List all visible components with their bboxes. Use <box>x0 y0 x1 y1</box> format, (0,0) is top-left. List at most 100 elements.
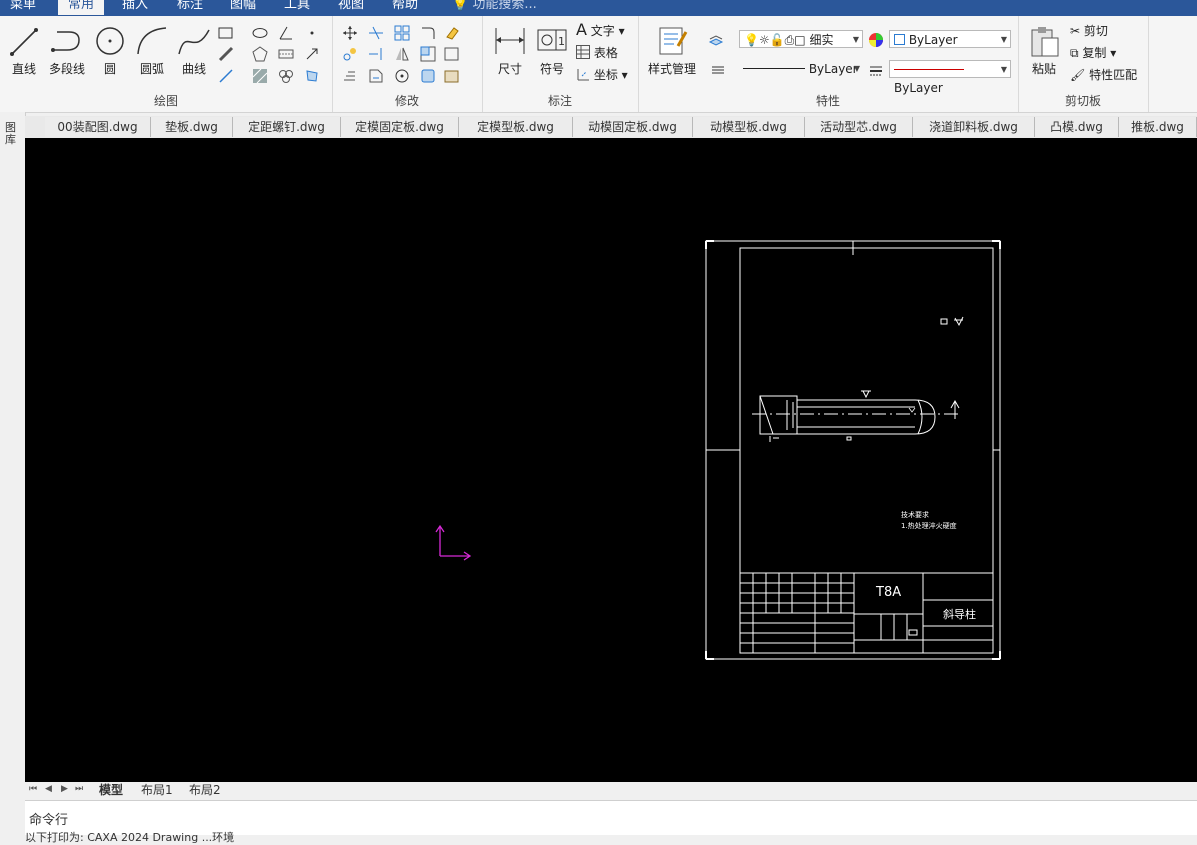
doc-tab[interactable]: 凸模.dwg <box>1035 117 1119 137</box>
style-manager-tool[interactable]: 样式管理 <box>644 24 700 77</box>
centerline-icon[interactable] <box>278 46 294 62</box>
ribbon: 直线 多段线 圆 圆弧 曲线 绘图 修改 尺寸 1 符号 A 文字 ▾ 表格 坐… <box>0 16 1197 113</box>
cloud-icon[interactable] <box>278 68 294 84</box>
doc-tab[interactable]: 动模型板.dwg <box>693 117 805 137</box>
doc-tab[interactable]: 定模型板.dwg <box>459 117 573 137</box>
circle-tool[interactable]: 圆 <box>90 24 130 77</box>
tab-layout2[interactable]: 布局2 <box>189 782 221 798</box>
doc-tab[interactable]: 推板.dwg <box>1119 117 1197 137</box>
line-icon <box>10 28 38 56</box>
drawing-canvas[interactable]: 技术要求 1.热处理淬火硬度 T8A 斜导柱 <box>25 138 1197 782</box>
region-icon[interactable] <box>304 68 320 84</box>
chevron-down-icon: ▼ <box>1000 35 1007 44</box>
lineweight-dropdown[interactable]: ByLayer ▼ <box>889 60 1011 95</box>
cut-tool[interactable]: ✂ 剪切 <box>1070 21 1108 41</box>
first-tab-icon[interactable]: ⏮ <box>29 784 37 794</box>
paste-tool[interactable]: 粘贴 <box>1024 24 1064 77</box>
color-wheel-icon[interactable] <box>868 32 884 48</box>
hatch-icon[interactable] <box>252 68 268 84</box>
arc-tool[interactable]: 圆弧 <box>132 24 172 77</box>
layer-manager-icon[interactable] <box>708 32 724 48</box>
array-icon[interactable] <box>394 25 410 41</box>
tab-layout1[interactable]: 布局1 <box>141 782 173 798</box>
clipboard-panel: 粘贴 ✂ 剪切 ⧉ 复制 ▾ 🖌 特性匹配 剪切板 <box>1018 16 1149 112</box>
prev-tab-icon[interactable]: ◀ <box>45 784 52 794</box>
scale-icon[interactable] <box>420 46 436 62</box>
doc-tab[interactable]: 定距螺钉.dwg <box>233 117 341 137</box>
rectangle-icon[interactable] <box>218 25 234 41</box>
layer-dropdown[interactable]: 💡☼🔓⎙□ 细实 ▼ <box>739 30 863 48</box>
coordinate-tool[interactable]: 坐标 ▾ <box>576 65 628 85</box>
menu-help[interactable]: 帮助 <box>392 0 418 15</box>
table-tool[interactable]: 表格 <box>576 43 618 63</box>
fillet-icon[interactable] <box>420 25 436 41</box>
copy-move-icon[interactable] <box>342 46 358 62</box>
modify-panel: 修改 <box>332 16 483 112</box>
dimension-label: 尺寸 <box>497 62 522 76</box>
linetype-icon[interactable] <box>710 62 726 78</box>
hatch-line-icon[interactable] <box>218 46 234 62</box>
menu-tools[interactable]: 工具 <box>284 0 310 15</box>
construction-line-icon[interactable] <box>218 68 234 84</box>
copy-label: 复制 <box>1082 46 1107 60</box>
ucs-icon <box>435 524 472 561</box>
menu-view[interactable]: 视图 <box>338 0 364 15</box>
move-icon[interactable] <box>342 25 358 41</box>
point-icon[interactable] <box>304 25 320 41</box>
offset-icon[interactable] <box>342 68 358 84</box>
polyline-tool[interactable]: 多段线 <box>46 24 88 77</box>
sheet-inner-border <box>739 247 994 654</box>
break-icon[interactable] <box>444 46 460 62</box>
drawing-svg: 技术要求 1.热处理淬火硬度 T8A 斜导柱 <box>435 240 1001 660</box>
text-icon: A <box>576 20 587 39</box>
doc-tab[interactable]: 00装配图.dwg <box>45 117 151 137</box>
ellipse-icon[interactable] <box>252 25 268 41</box>
symbol-tool[interactable]: 1 符号 <box>532 24 572 77</box>
properties-panel: 样式管理 💡☼🔓⎙□ 细实 ▼ ByLayer ▼ ByLayer ▼ ByLa… <box>638 16 1019 112</box>
doc-tab[interactable]: 活动型芯.dwg <box>805 117 913 137</box>
doc-tab[interactable]: 动模固定板.dwg <box>573 117 693 137</box>
extend-icon[interactable] <box>368 46 384 62</box>
trim-icon[interactable] <box>368 25 384 41</box>
rotate-icon[interactable] <box>394 68 410 84</box>
edit-block-icon[interactable] <box>444 68 460 84</box>
explode-icon[interactable] <box>420 68 436 84</box>
color-dropdown[interactable]: ByLayer ▼ <box>889 30 1011 48</box>
menu-sheet[interactable]: 图幅 <box>230 0 256 15</box>
arrow-icon[interactable] <box>304 46 320 62</box>
doc-tab[interactable]: 垫板.dwg <box>151 117 233 137</box>
copy-tool[interactable]: ⧉ 复制 ▾ <box>1070 43 1116 63</box>
doc-tab[interactable]: 定模固定板.dwg <box>341 117 459 137</box>
last-tab-icon[interactable]: ⏭ <box>75 784 83 794</box>
stretch-icon[interactable] <box>368 68 384 84</box>
guide-pin-part <box>752 390 960 442</box>
match-properties-tool[interactable]: 🖌 特性匹配 <box>1070 65 1137 85</box>
doc-tab[interactable]: 浇道卸料板.dwg <box>913 117 1035 137</box>
text-tool[interactable]: A 文字 ▾ <box>576 20 625 40</box>
mirror-icon[interactable] <box>394 46 410 62</box>
layer-name: 细实 <box>809 33 834 47</box>
linetype-dropdown[interactable]: ByLayer ▼ <box>739 60 863 78</box>
line-tool[interactable]: 直线 <box>4 24 44 77</box>
scissors-icon: ✂ <box>1070 24 1081 38</box>
menu-insert[interactable]: 插入 <box>122 0 148 15</box>
feature-search[interactable]: 💡 功能搜索... <box>452 0 537 15</box>
menu-annotate[interactable]: 标注 <box>177 0 203 15</box>
command-line[interactable]: 命令行 以下打印为: CAXA 2024 Drawing ...环境 <box>25 800 1197 844</box>
eraser-icon[interactable] <box>444 25 460 41</box>
left-strip: 图库 <box>0 112 26 834</box>
menu-main[interactable]: 菜单 <box>10 0 36 15</box>
tab-model[interactable]: 模型 <box>99 782 123 798</box>
curve-tool[interactable]: 曲线 <box>174 24 214 77</box>
polygon-icon[interactable] <box>252 46 268 62</box>
dimension-tool[interactable]: 尺寸 <box>490 24 530 77</box>
angle-line-icon[interactable] <box>278 25 294 41</box>
library-tab[interactable]: 图库 <box>5 122 19 146</box>
paste-icon <box>1031 27 1059 57</box>
chevron-down-icon: ▼ <box>1000 65 1007 74</box>
circle-icon <box>96 27 124 55</box>
menu-common[interactable]: 常用 <box>58 0 105 15</box>
lineweight-icon[interactable] <box>868 62 884 78</box>
command-line-label: 命令行 <box>29 813 69 828</box>
next-tab-icon[interactable]: ▶ <box>61 784 68 794</box>
